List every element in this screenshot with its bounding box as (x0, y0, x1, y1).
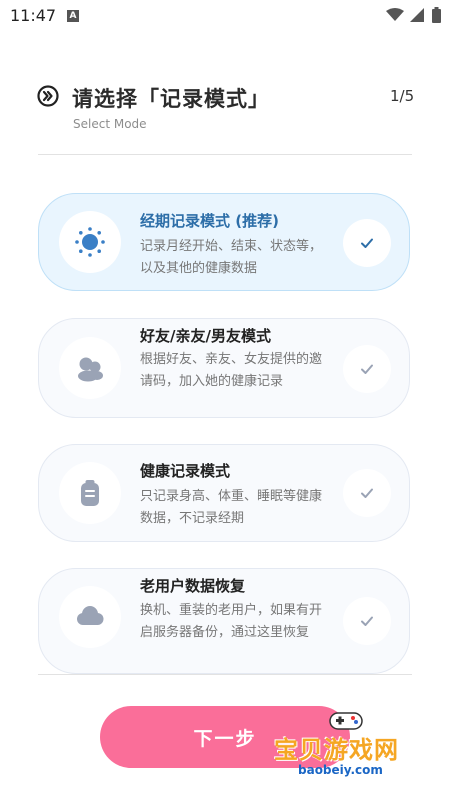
check-circle (343, 469, 391, 517)
header-divider (38, 154, 412, 155)
check-icon (361, 616, 373, 626)
clipboard-icon (81, 480, 99, 506)
people-icon (78, 357, 103, 382)
sun-icon (75, 227, 105, 257)
watermark: 宝贝游戏网 baobeiy.com (268, 708, 428, 780)
card-icon-container (59, 586, 121, 648)
battery-icon (432, 7, 441, 23)
card-icon-container (59, 337, 121, 399)
watermark-url: baobeiy.com (298, 763, 383, 777)
double-chevron-right-icon (37, 85, 59, 107)
card-title: 健康记录模式 (140, 462, 231, 480)
cloud-icon (77, 606, 104, 625)
card-title: 老用户数据恢复 (140, 577, 246, 595)
bottom-divider (38, 674, 412, 675)
signal-icon (410, 8, 424, 22)
step-indicator: 1/5 (390, 87, 415, 105)
card-description: 根据好友、亲友、女友提供的邀请码，加入她的健康记录 (140, 352, 323, 389)
notification-icon: A (67, 10, 79, 22)
card-description: 换机、重装的老用户，如果有开启服务器备份，通过这里恢复 (140, 603, 323, 640)
mode-card-friend[interactable]: 好友/亲友/男友模式 根据好友、亲友、女友提供的邀请码，加入她的健康记录 (38, 318, 410, 418)
card-icon-container (59, 211, 121, 273)
card-description: 记录月经开始、结束、状态等，以及其他的健康数据 (140, 239, 323, 276)
check-circle (343, 345, 391, 393)
check-icon (361, 488, 373, 498)
mode-card-health[interactable]: 健康记录模式 只记录身高、体重、睡眠等健康数据，不记录经期 (38, 444, 410, 542)
check-icon (361, 238, 373, 248)
status-time: 11:47 (10, 6, 57, 25)
check-icon (361, 364, 373, 374)
status-bar: 11:47 A (0, 0, 450, 32)
page-subtitle: Select Mode (73, 117, 147, 131)
card-description: 只记录身高、体重、睡眠等健康数据，不记录经期 (140, 489, 323, 526)
check-circle (343, 597, 391, 645)
watermark-text: 宝贝游戏网 (274, 736, 399, 764)
mode-card-restore[interactable]: 老用户数据恢复 换机、重装的老用户，如果有开启服务器备份，通过这里恢复 (38, 568, 410, 674)
page-title: 请选择「记录模式」 (72, 87, 270, 111)
card-title: 经期记录模式 (推荐) (140, 212, 279, 230)
card-title: 好友/亲友/男友模式 (140, 327, 271, 345)
card-icon-container (59, 462, 121, 524)
mode-card-period[interactable]: 经期记录模式 (推荐) 记录月经开始、结束、状态等，以及其他的健康数据 (38, 193, 410, 291)
wifi-icon (386, 8, 404, 21)
check-circle (343, 219, 391, 267)
